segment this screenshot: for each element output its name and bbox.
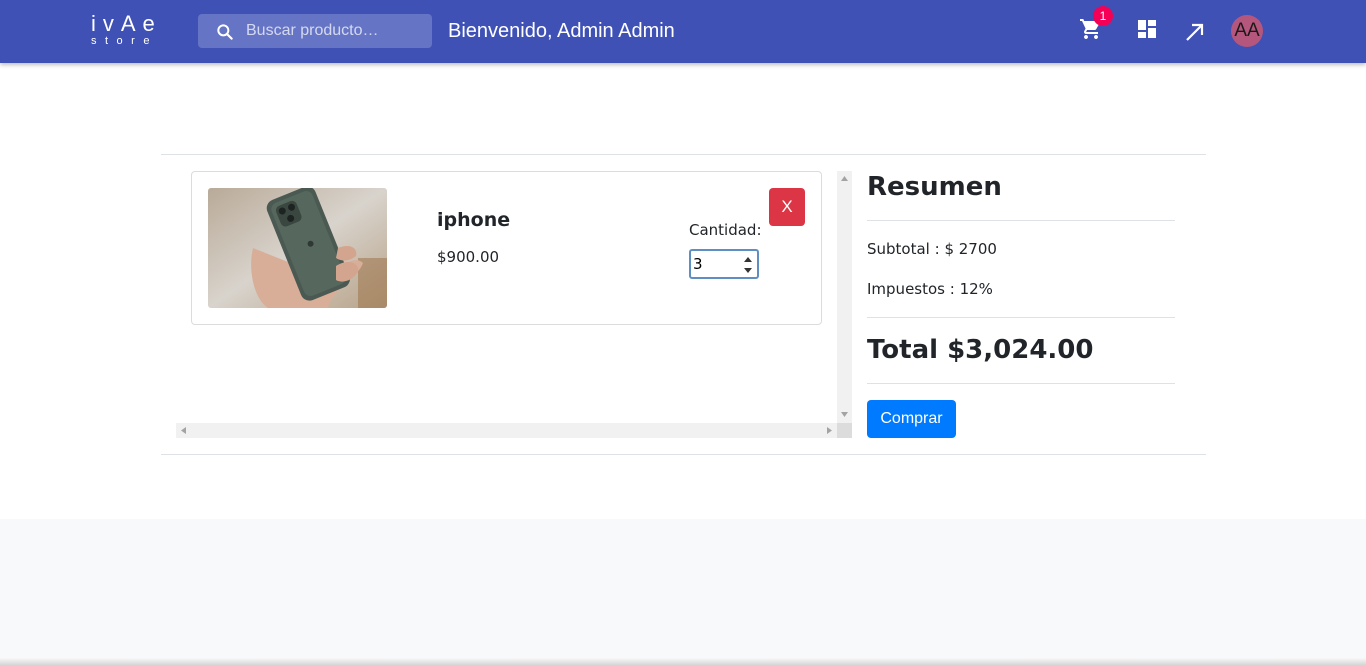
top-divider xyxy=(161,154,1206,155)
summary-divider xyxy=(867,220,1175,221)
footer-shadow xyxy=(0,658,1366,665)
cart-count-badge: 1 xyxy=(1093,6,1113,26)
scroll-right-arrow-icon[interactable] xyxy=(826,426,833,435)
summary-divider xyxy=(867,383,1175,384)
product-image xyxy=(208,188,387,308)
arrow-up-right-icon[interactable] xyxy=(1183,20,1207,44)
scroll-left-arrow-icon[interactable] xyxy=(180,426,187,435)
footer xyxy=(0,519,1366,665)
cart-item-card: iphone $900.00 Cantidad: X xyxy=(191,171,822,325)
search-icon xyxy=(217,24,233,40)
vertical-scrollbar[interactable] xyxy=(837,171,852,423)
scrollbar-corner xyxy=(837,423,852,438)
buy-button[interactable]: Comprar xyxy=(867,400,956,438)
product-price: $900.00 xyxy=(437,248,500,266)
search-input[interactable] xyxy=(246,14,426,48)
summary-title: Resumen xyxy=(867,172,1002,202)
summary-divider xyxy=(867,317,1175,318)
app-bar: ivAe store Bienvenido, Admin Admin 1 AA xyxy=(0,0,1366,63)
user-avatar[interactable]: AA xyxy=(1231,15,1263,47)
store-logo[interactable]: ivAe store xyxy=(91,13,162,48)
product-name: iphone xyxy=(437,209,511,231)
search-box xyxy=(198,14,432,48)
scroll-up-arrow-icon[interactable] xyxy=(840,175,849,182)
logo-sub-text: store xyxy=(91,35,158,47)
remove-item-button[interactable]: X xyxy=(769,188,805,226)
quantity-label: Cantidad: xyxy=(689,221,762,239)
total-text: Total $3,024.00 xyxy=(867,335,1094,365)
logo-main-text: ivAe xyxy=(91,11,162,36)
tax-text: Impuestos : 12% xyxy=(867,280,993,298)
horizontal-scrollbar[interactable] xyxy=(176,423,837,438)
bottom-divider xyxy=(161,454,1206,455)
dashboard-icon[interactable] xyxy=(1135,17,1159,41)
scroll-down-arrow-icon[interactable] xyxy=(840,411,849,418)
welcome-text: Bienvenido, Admin Admin xyxy=(448,20,675,42)
stepper-arrows-icon[interactable] xyxy=(742,255,754,275)
subtotal-text: Subtotal : $ 2700 xyxy=(867,240,997,258)
